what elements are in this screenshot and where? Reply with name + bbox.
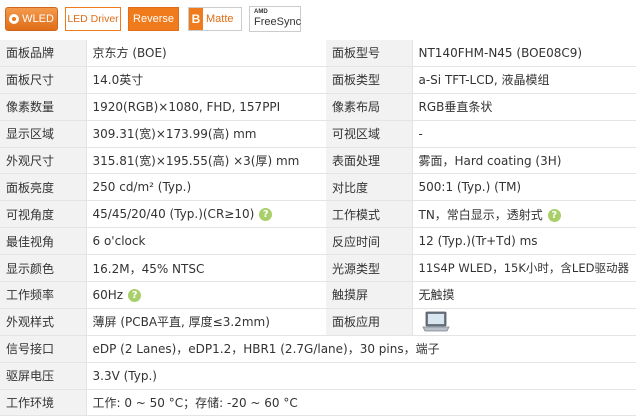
matte-badge: B Matte: [188, 7, 242, 31]
spec-value-cell: 45/45/20/40 (Typ.)(CR≥10)?: [86, 200, 326, 229]
spec-label: 面板应用: [326, 308, 413, 336]
spec-label: 信号接口: [0, 335, 87, 363]
freesync-label: FreeSync: [254, 16, 302, 28]
spec-value: 京东方 (BOE): [86, 40, 326, 67]
spec-value: a-Si TFT-LCD, 液晶模组: [412, 66, 636, 94]
spec-value: NT140FHM-N45 (BOE08C9): [412, 40, 636, 67]
spec-value: 315.81(宽)×195.55(高) ×3(厚) mm: [86, 147, 326, 175]
spec-label: 面板型号: [326, 40, 413, 67]
spec-label: 显示区域: [0, 120, 87, 148]
spec-value: 12 (Typ.)(Tr+Td) ms: [412, 227, 636, 256]
spec-value: 工作: 0 ~ 50 °C；存储: -20 ~ 60 °C: [86, 389, 636, 416]
spec-label: 面板类型: [326, 66, 413, 94]
spec-value: 薄屏 (PCBA平直, 厚度≤3.2mm): [86, 308, 326, 336]
led-driver-badge-label: LED Driver: [67, 13, 119, 25]
matte-icon: B: [189, 8, 203, 30]
spec-value: 3.3V (Typ.): [86, 362, 636, 390]
reverse-badge-label: Reverse: [133, 13, 174, 25]
wled-icon: [9, 14, 20, 24]
table-row: 最佳视角 6 o'clock 反应时间 12 (Typ.)(Tr+Td) ms: [0, 227, 636, 256]
spec-value: 16.2M，45% NTSC: [86, 254, 326, 283]
freesync-badge: AMD FreeSync: [249, 6, 301, 32]
table-row: 外观样式 薄屏 (PCBA平直, 厚度≤3.2mm) 面板应用: [0, 308, 636, 336]
spec-label: 光源类型: [326, 254, 413, 283]
spec-label: 外观样式: [0, 308, 87, 336]
spec-value: 500:1 (Typ.) (TM): [412, 173, 636, 202]
spec-value: RGB垂直条状: [412, 93, 636, 121]
spec-label: 面板品牌: [0, 40, 87, 67]
spec-value: eDP (2 Lanes)，eDP1.2，HBR1 (2.7G/lane)，30…: [86, 335, 636, 363]
help-icon[interactable]: ?: [128, 288, 142, 302]
led-driver-badge: LED Driver: [65, 7, 121, 31]
reverse-badge: Reverse: [128, 7, 179, 31]
table-row: 面板尺寸 14.0英寸 面板类型 a-Si TFT-LCD, 液晶模组: [0, 66, 636, 94]
wled-badge: WLED: [5, 7, 58, 31]
table-row: 面板品牌 京东方 (BOE) 面板型号 NT140FHM-N45 (BOE08C…: [0, 40, 636, 67]
amd-label: AMD: [254, 9, 268, 15]
laptop-icon: [421, 311, 450, 332]
help-icon[interactable]: ?: [259, 208, 273, 222]
table-row: 像素数量 1920(RGB)×1080, FHD, 157PPI 像素布局 RG…: [0, 93, 636, 121]
spec-label: 像素数量: [0, 93, 87, 121]
spec-label: 触摸屏: [326, 281, 413, 309]
table-row: 外观尺寸 315.81(宽)×195.55(高) ×3(厚) mm 表面处理 雾…: [0, 147, 636, 175]
spec-label: 像素布局: [326, 93, 413, 121]
spec-value: 14.0英寸: [86, 66, 326, 94]
spec-label: 工作频率: [0, 281, 87, 309]
spec-label: 对比度: [326, 173, 413, 202]
spec-label: 面板尺寸: [0, 66, 87, 94]
spec-value: 250 cd/m² (Typ.): [86, 173, 326, 202]
table-row: 可视角度 45/45/20/40 (Typ.)(CR≥10)? 工作模式 TN，…: [0, 200, 636, 229]
table-row: 工作环境 工作: 0 ~ 50 °C；存储: -20 ~ 60 °C: [0, 389, 636, 416]
spec-value: 60Hz: [92, 287, 124, 302]
spec-value: 45/45/20/40 (Typ.)(CR≥10): [92, 207, 255, 222]
spec-table: 面板品牌 京东方 (BOE) 面板型号 NT140FHM-N45 (BOE08C…: [0, 40, 636, 416]
table-row: 显示区域 309.31(宽)×173.99(高) mm 可视区域 -: [0, 120, 636, 148]
feature-badges: WLED LED Driver Reverse B Matte AMD Free…: [0, 0, 636, 40]
spec-label: 最佳视角: [0, 227, 87, 256]
spec-value-cell: [412, 308, 636, 336]
spec-value-cell: 60Hz?: [86, 281, 326, 309]
table-row: 显示颜色 16.2M，45% NTSC 光源类型 11S4P WLED，15K小…: [0, 254, 636, 283]
matte-badge-label: Matte: [206, 13, 234, 25]
wled-badge-label: WLED: [22, 13, 54, 25]
table-row: 工作频率 60Hz? 触摸屏 无触摸: [0, 281, 636, 309]
spec-label: 可视区域: [326, 120, 413, 148]
spec-value: 1920(RGB)×1080, FHD, 157PPI: [86, 93, 326, 121]
spec-label: 反应时间: [326, 227, 413, 256]
spec-value: 11S4P WLED，15K小时，含LED驱动器: [412, 254, 636, 283]
spec-value: -: [412, 120, 636, 148]
spec-label: 可视角度: [0, 200, 87, 229]
spec-value: 6 o'clock: [86, 227, 326, 256]
table-row: 面板亮度 250 cd/m² (Typ.) 对比度 500:1 (Typ.) (…: [0, 173, 636, 202]
spec-value-cell: TN，常白显示，透射式?: [412, 200, 636, 229]
spec-value: 雾面，Hard coating (3H): [412, 147, 636, 175]
table-row: 驱屏电压 3.3V (Typ.): [0, 362, 636, 390]
spec-label: 工作模式: [326, 200, 413, 229]
spec-label: 驱屏电压: [0, 362, 87, 390]
spec-label: 表面处理: [326, 147, 413, 175]
spec-label: 面板亮度: [0, 173, 87, 202]
spec-value: 无触摸: [412, 281, 636, 309]
spec-value: TN，常白显示，透射式: [418, 207, 543, 222]
spec-label: 工作环境: [0, 389, 87, 416]
spec-label: 显示颜色: [0, 254, 87, 283]
spec-label: 外观尺寸: [0, 147, 87, 175]
table-row: 信号接口 eDP (2 Lanes)，eDP1.2，HBR1 (2.7G/lan…: [0, 335, 636, 363]
help-icon[interactable]: ?: [547, 208, 561, 222]
spec-value: 309.31(宽)×173.99(高) mm: [86, 120, 326, 148]
